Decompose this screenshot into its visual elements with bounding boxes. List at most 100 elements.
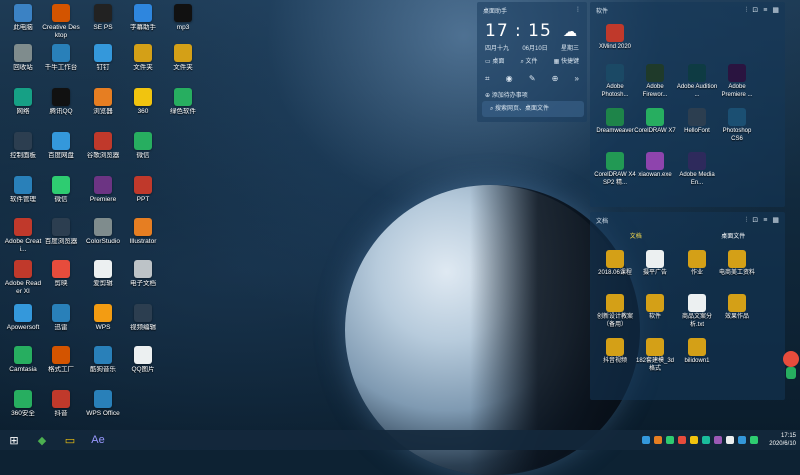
- panel-lock-icon[interactable]: ⊡: [752, 7, 758, 14]
- desktop-icon-0[interactable]: 此电脑: [4, 4, 42, 32]
- desktop-icon-17[interactable]: 谷歌浏览器: [84, 132, 122, 160]
- file-search-input[interactable]: ⌕ 搜索网页、桌面文件: [482, 101, 584, 117]
- desktop-icon-15[interactable]: 控制面板: [4, 132, 42, 160]
- desktop-icon-41[interactable]: WPS Office: [84, 390, 122, 418]
- desktop-icon-13[interactable]: 360: [124, 88, 162, 116]
- desktop-icon-19[interactable]: 软件管理: [4, 176, 42, 204]
- desktop-icon-35[interactable]: Camtasia: [4, 346, 42, 374]
- desktop-icon-10[interactable]: 网络: [4, 88, 42, 116]
- document-icon-1[interactable]: 摄平广告: [634, 250, 676, 278]
- desktop-icon-29[interactable]: 爱剪辑: [84, 260, 122, 288]
- start-button[interactable]: ⊞: [0, 430, 28, 450]
- desktop-icon-33[interactable]: WPS: [84, 304, 122, 332]
- desktop-icon-3[interactable]: 字幕助手: [124, 4, 162, 32]
- desktop-icon-37[interactable]: 酷狗音乐: [84, 346, 122, 374]
- software-icon-1[interactable]: Adobe Photosh...: [594, 64, 636, 99]
- taskbar-app-ae[interactable]: Ae: [84, 430, 112, 450]
- panel-grid-icon[interactable]: ▦: [772, 7, 779, 14]
- document-icon-9[interactable]: 182套建模_3d格式: [634, 338, 676, 373]
- weather-cloud-icon[interactable]: ☁: [563, 23, 577, 40]
- tray-icon-2[interactable]: [666, 436, 674, 444]
- software-icon-8[interactable]: Photoshop CS6: [716, 108, 758, 143]
- desktop-icon-14[interactable]: 绿色软件: [164, 88, 202, 116]
- document-icon-2[interactable]: 作业: [676, 250, 718, 278]
- tray-icon-8[interactable]: [738, 436, 746, 444]
- document-icon-5[interactable]: 软件: [634, 294, 676, 322]
- desktop-icon-5[interactable]: 回收站: [4, 44, 42, 72]
- panel-lock-icon[interactable]: ⊡: [752, 217, 758, 224]
- desktop-icon-32[interactable]: 迅雷: [42, 304, 80, 332]
- taskbar-clock[interactable]: 17:15 2020/6/10: [769, 432, 796, 448]
- taskbar-app-1[interactable]: ◆: [28, 430, 56, 450]
- desktop-icon-12[interactable]: 浏览器: [84, 88, 122, 116]
- tray-icon-6[interactable]: [714, 436, 722, 444]
- desktop-icon-28[interactable]: 剪映: [42, 260, 80, 288]
- panel-grid-icon[interactable]: ▦: [772, 217, 779, 224]
- desktop-icon-1[interactable]: Creative Desktop: [42, 4, 80, 40]
- document-icon-0[interactable]: 2018.06课程: [594, 250, 636, 278]
- target-icon[interactable]: ⊕: [552, 74, 559, 84]
- add-task-button[interactable]: ⊕ 添加待办事项: [477, 88, 587, 101]
- tray-icon-3[interactable]: [678, 436, 686, 444]
- brush-icon[interactable]: ✎: [529, 74, 536, 84]
- desktop-icon-11[interactable]: 腾讯QQ: [42, 88, 80, 116]
- panel-pin-icon[interactable]: ⫶: [746, 7, 748, 14]
- desktop-icon-16[interactable]: 百度网盘: [42, 132, 80, 160]
- software-icon-5[interactable]: Dreamweaver: [594, 108, 636, 136]
- software-icon-11[interactable]: Adobe Media En...: [676, 152, 718, 187]
- software-icon-4[interactable]: Adobe Premiere ...: [716, 64, 758, 99]
- desktop-icon-36[interactable]: 格式工厂: [42, 346, 80, 374]
- tab-desktop-files[interactable]: 桌面文件: [721, 231, 745, 240]
- desktop-icon-24[interactable]: 百度浏览器: [42, 218, 80, 246]
- document-icon-8[interactable]: 抖音视频: [594, 338, 636, 366]
- tab-desktop[interactable]: ▭ 桌面: [485, 56, 504, 66]
- desktop-icon-25[interactable]: ColorStudio: [84, 218, 122, 246]
- desktop-icon-7[interactable]: 钉钉: [84, 44, 122, 72]
- software-icon-9[interactable]: CorelDRAW X4 SP2 精...: [594, 152, 636, 187]
- software-icon-7[interactable]: HelloFont: [676, 108, 718, 136]
- desktop-icon-23[interactable]: Adobe Creati...: [4, 218, 42, 254]
- tray-icon-4[interactable]: [690, 436, 698, 444]
- document-icon-7[interactable]: 效果作品: [716, 294, 758, 322]
- document-icon-4[interactable]: 创新设计教案（备用）: [594, 294, 636, 329]
- software-icon-3[interactable]: Adobe Audition ...: [676, 64, 718, 99]
- desktop-icon-40[interactable]: 抖音: [42, 390, 80, 418]
- software-icon-6[interactable]: CorelDRAW X7: [634, 108, 676, 136]
- desktop-icon-38[interactable]: QQ图片: [124, 346, 162, 374]
- desktop-icon-9[interactable]: 文件夹: [164, 44, 202, 72]
- panel-menu-icon[interactable]: ≡: [763, 7, 767, 14]
- desktop-icon-31[interactable]: Apowersoft: [4, 304, 42, 332]
- tray-icon-1[interactable]: [654, 436, 662, 444]
- software-icon-10[interactable]: xiaowan.exe: [634, 152, 676, 180]
- tray-icon-0[interactable]: [642, 436, 650, 444]
- tab-documents[interactable]: 文档: [630, 231, 642, 240]
- desktop-icon-39[interactable]: 360安全: [4, 390, 42, 418]
- panel-menu-icon[interactable]: ≡: [763, 217, 767, 224]
- tab-shortcuts[interactable]: ▦ 快捷键: [554, 56, 579, 66]
- desktop-icon-8[interactable]: 文件夹: [124, 44, 162, 72]
- taskbar-app-explorer[interactable]: ▭: [56, 430, 84, 450]
- desktop-icon-34[interactable]: 视频编辑: [124, 304, 162, 332]
- expand-icon[interactable]: »: [575, 74, 579, 84]
- tray-icon-7[interactable]: [726, 436, 734, 444]
- desktop-icon-4[interactable]: mp3: [164, 4, 202, 32]
- tab-files[interactable]: ⌕ 文件: [520, 56, 537, 66]
- desktop-icon-20[interactable]: 微信: [42, 176, 80, 204]
- document-icon-3[interactable]: 电商美工资料: [716, 250, 758, 278]
- desktop-icon-30[interactable]: 电子文档: [124, 260, 162, 288]
- desktop-icon-27[interactable]: Adobe Reader XI: [4, 260, 42, 296]
- desktop-icon-26[interactable]: Illustrator: [124, 218, 162, 246]
- panel-pin-icon[interactable]: ⫶: [746, 217, 748, 224]
- tray-icon-5[interactable]: [702, 436, 710, 444]
- eye-icon[interactable]: ◉: [506, 74, 513, 84]
- widget-menu-icon[interactable]: ⋮: [575, 6, 581, 15]
- desktop-icon-21[interactable]: Premiere: [84, 176, 122, 204]
- crop-icon[interactable]: ⌗: [485, 74, 490, 84]
- desktop-icon-6[interactable]: 千牛工作台: [42, 44, 80, 72]
- desktop-icon-22[interactable]: PPT: [124, 176, 162, 204]
- software-icon-2[interactable]: Adobe Firewor...: [634, 64, 676, 99]
- desktop-icon-18[interactable]: 微信: [124, 132, 162, 160]
- tray-icon-9[interactable]: [750, 436, 758, 444]
- document-icon-6[interactable]: 商品文案分析.txt: [676, 294, 718, 329]
- software-icon-0[interactable]: XMind 2020: [594, 24, 636, 52]
